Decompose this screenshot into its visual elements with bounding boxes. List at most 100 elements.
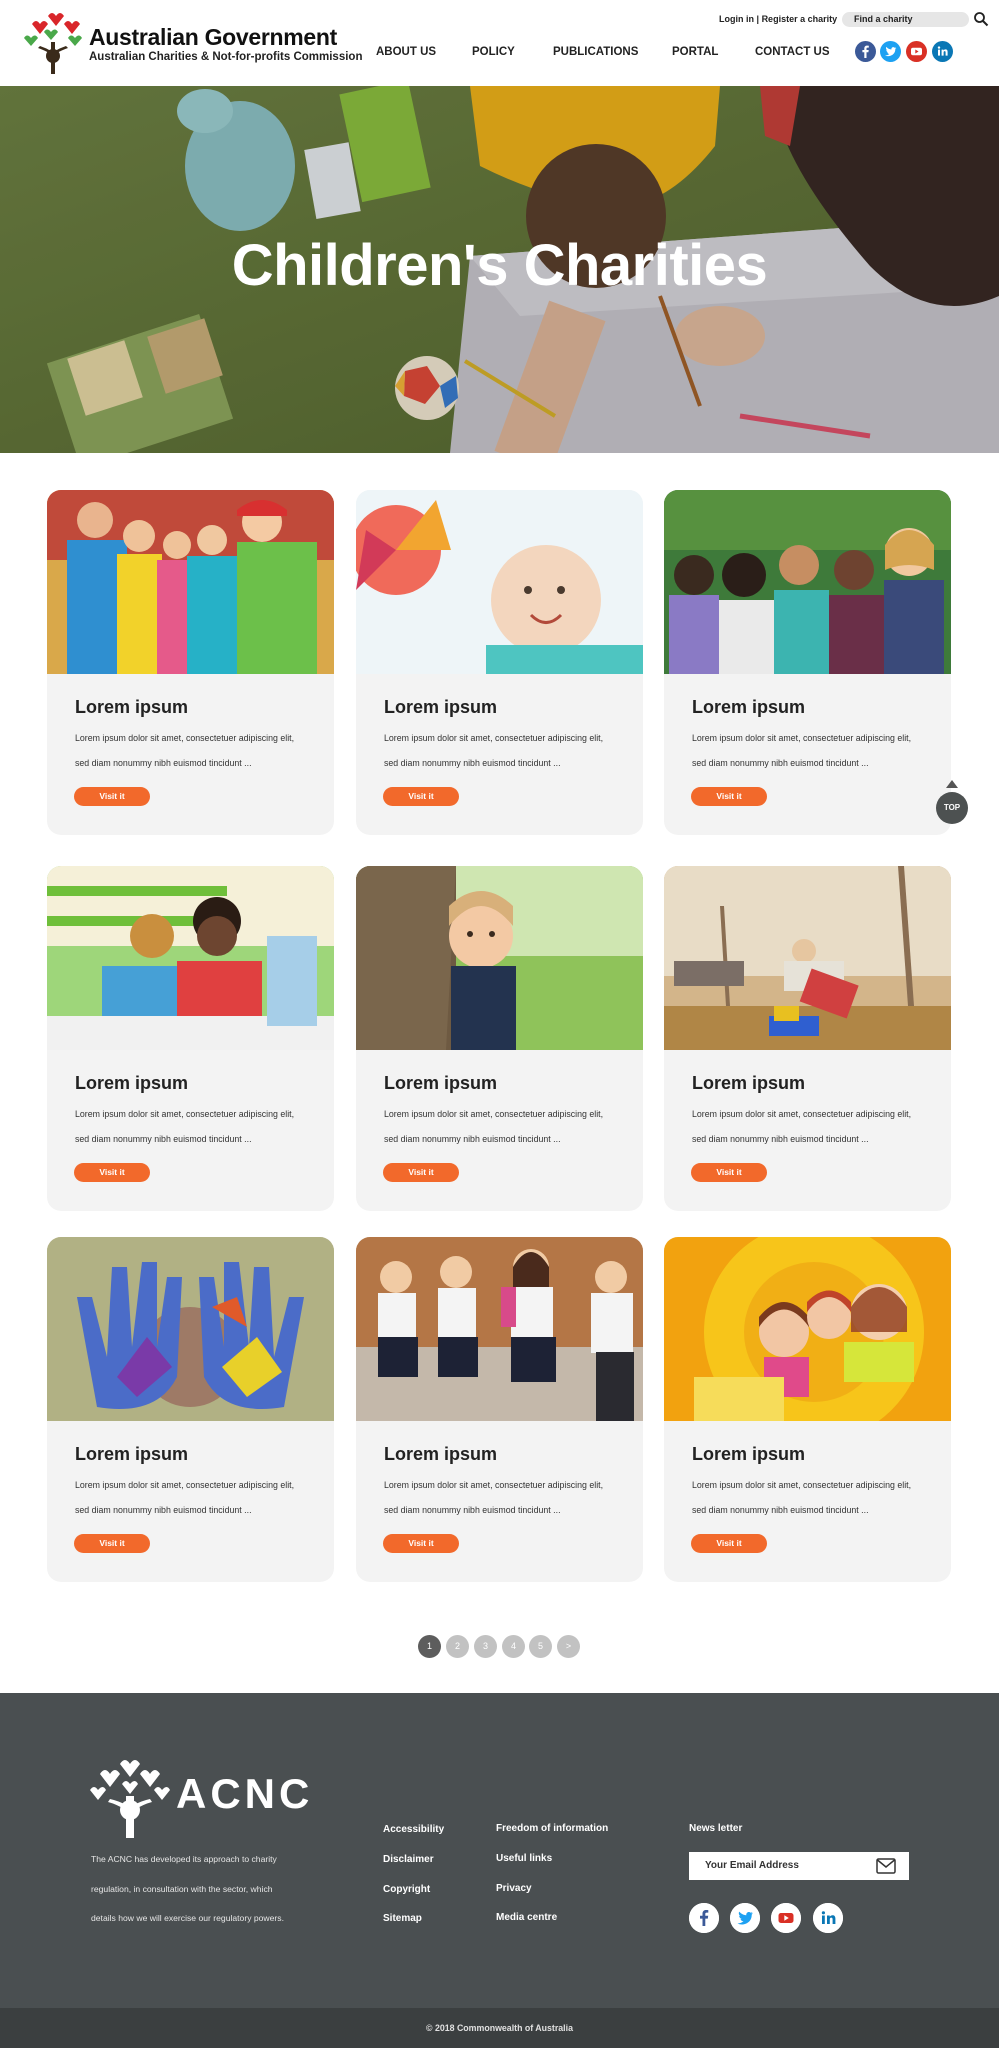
page-2-button[interactable]: 2 (446, 1635, 469, 1658)
charity-card-description: sed diam nonummy nibh euismod tincidunt … (75, 1505, 252, 1515)
arrow-up-icon (946, 780, 958, 788)
site-header: Australian Government Australian Chariti… (0, 0, 999, 86)
charity-card-description: Lorem ipsum dolor sit amet, consectetuer… (692, 733, 912, 743)
nav-about-us[interactable]: ABOUT US (376, 46, 436, 58)
nav-contact-us[interactable]: CONTACT US (755, 46, 830, 58)
link-separator: | (756, 14, 760, 24)
charity-card: Lorem ipsum Lorem ipsum dolor sit amet, c… (47, 866, 334, 1211)
charity-card: Lorem ipsum Lorem ipsum dolor sit amet, c… (664, 866, 951, 1211)
charity-card-description: Lorem ipsum dolor sit amet, consectetuer… (75, 733, 295, 743)
charity-card-description: Lorem ipsum dolor sit amet, consectetuer… (75, 1109, 295, 1119)
twitter-icon[interactable] (730, 1903, 760, 1933)
charity-card-description: Lorem ipsum dolor sit amet, consectetuer… (384, 1109, 604, 1119)
visit-button[interactable]: Visit it (691, 1163, 767, 1182)
charity-card-description: sed diam nonummy nibh euismod tincidunt … (384, 758, 561, 768)
charity-card-photo (47, 866, 334, 1050)
page-3-button[interactable]: 3 (474, 1635, 497, 1658)
charity-card-description: sed diam nonummy nibh euismod tincidunt … (384, 1134, 561, 1144)
linkedin-icon[interactable] (813, 1903, 843, 1933)
youtube-icon[interactable] (771, 1903, 801, 1933)
charity-card-description: sed diam nonummy nibh euismod tincidunt … (692, 758, 869, 768)
visit-button[interactable]: Visit it (74, 1534, 150, 1553)
next-page-button[interactable]: > (557, 1635, 580, 1658)
footer-link-sitemap[interactable]: Sitemap (383, 1913, 422, 1924)
nav-portal[interactable]: PORTAL (672, 46, 718, 58)
charity-card-description: Lorem ipsum dolor sit amet, consectetuer… (692, 1109, 912, 1119)
charity-card-photo (664, 1237, 951, 1421)
visit-button[interactable]: Visit it (383, 1163, 459, 1182)
charity-card-description: sed diam nonummy nibh euismod tincidunt … (75, 758, 252, 768)
copyright-text: © 2018 Commonwealth of Australia (426, 2023, 573, 2033)
charity-card-title: Lorem ipsum (384, 1073, 498, 1093)
acnc-tree-logo-icon[interactable] (90, 1758, 170, 1838)
visit-button[interactable]: Visit it (74, 787, 150, 806)
charity-card-description: sed diam nonummy nibh euismod tincidunt … (692, 1134, 869, 1144)
charity-card-title: Lorem ipsum (384, 697, 498, 717)
footer-link-copyright[interactable]: Copyright (383, 1884, 430, 1895)
charity-card: Lorem ipsum Lorem ipsum dolor sit amet, c… (356, 1237, 643, 1582)
visit-button[interactable]: Visit it (383, 787, 459, 806)
charity-card-description: Lorem ipsum dolor sit amet, consectetuer… (692, 1480, 912, 1490)
register-link[interactable]: Register a charity (762, 14, 838, 24)
footer-description-line: The ACNC has developed its approach to c… (91, 1854, 277, 1864)
mail-icon[interactable] (876, 1858, 896, 1874)
footer-description-line: details how we will exercise our regulat… (91, 1913, 284, 1923)
charity-card: Lorem ipsum Lorem ipsum dolor sit amet, c… (664, 490, 951, 835)
charity-card-description: sed diam nonummy nibh euismod tincidunt … (384, 1505, 561, 1515)
acnc-wordmark: ACNC (176, 1770, 314, 1817)
charity-card-photo (47, 490, 334, 674)
back-to-top-button[interactable]: TOP (936, 792, 968, 824)
charity-card-photo (664, 866, 951, 1050)
charity-card: Lorem ipsum Lorem ipsum dolor sit amet, c… (664, 1237, 951, 1582)
facebook-icon[interactable] (689, 1903, 719, 1933)
visit-button[interactable]: Visit it (691, 787, 767, 806)
government-title: Australian Government (89, 24, 338, 50)
site-footer (0, 1693, 999, 2008)
footer-description-line: regulation, in consultation with the sec… (91, 1884, 273, 1894)
charity-card-photo (47, 1237, 334, 1421)
charity-card-title: Lorem ipsum (384, 1444, 498, 1464)
nav-policy[interactable]: POLICY (472, 46, 515, 58)
hero-title: Children's Charities (231, 233, 768, 298)
linkedin-icon[interactable] (932, 41, 953, 62)
footer-link-freedom-of-information[interactable]: Freedom of information (496, 1823, 608, 1834)
charity-card-title: Lorem ipsum (75, 1073, 189, 1093)
charity-card: Lorem ipsum Lorem ipsum dolor sit amet, c… (356, 490, 643, 835)
visit-button[interactable]: Visit it (383, 1534, 459, 1553)
charity-card-description: Lorem ipsum dolor sit amet, consectetuer… (384, 733, 604, 743)
charity-card-description: Lorem ipsum dolor sit amet, consectetuer… (384, 1480, 604, 1490)
charity-card-photo (356, 490, 643, 674)
youtube-icon[interactable] (906, 41, 927, 62)
page-1-button[interactable]: 1 (418, 1635, 441, 1658)
footer-link-disclaimer[interactable]: Disclaimer (383, 1854, 434, 1865)
charity-card-description: Lorem ipsum dolor sit amet, consectetuer… (75, 1480, 295, 1490)
charity-card: Lorem ipsum Lorem ipsum dolor sit amet, c… (47, 1237, 334, 1582)
find-charity-input[interactable]: Find a charity (842, 12, 969, 27)
charity-card-description: sed diam nonummy nibh euismod tincidunt … (692, 1505, 869, 1515)
charity-card-photo (664, 490, 951, 674)
nav-publications[interactable]: PUBLICATIONS (553, 46, 638, 58)
account-links: Login in | Register a charity (719, 14, 837, 24)
charity-card-title: Lorem ipsum (692, 697, 806, 717)
facebook-icon[interactable] (855, 41, 876, 62)
charity-card: Lorem ipsum Lorem ipsum dolor sit amet, c… (47, 490, 334, 835)
charity-card-title: Lorem ipsum (75, 1444, 189, 1464)
twitter-icon[interactable] (880, 41, 901, 62)
footer-link-useful-links[interactable]: Useful links (496, 1853, 552, 1864)
page-5-button[interactable]: 5 (529, 1635, 552, 1658)
charity-card-photo (356, 866, 643, 1050)
visit-button[interactable]: Visit it (74, 1163, 150, 1182)
charity-card-title: Lorem ipsum (692, 1073, 806, 1093)
footer-link-privacy[interactable]: Privacy (496, 1883, 532, 1894)
footer-link-accessibility[interactable]: Accessibility (383, 1824, 444, 1835)
login-link[interactable]: Login in (719, 14, 754, 24)
footer-link-media-centre[interactable]: Media centre (496, 1912, 557, 1923)
visit-button[interactable]: Visit it (691, 1534, 767, 1553)
tree-logo-icon[interactable] (22, 12, 84, 74)
charity-card: Lorem ipsum Lorem ipsum dolor sit amet, c… (356, 866, 643, 1211)
page-4-button[interactable]: 4 (502, 1635, 525, 1658)
charity-card-photo (356, 1237, 643, 1421)
charity-card-description: sed diam nonummy nibh euismod tincidunt … (75, 1134, 252, 1144)
charity-card-title: Lorem ipsum (692, 1444, 806, 1464)
search-icon[interactable] (973, 11, 989, 27)
